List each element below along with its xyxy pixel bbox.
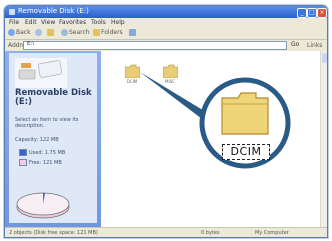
zoom-callout <box>140 72 291 169</box>
zoomed-folder-icon <box>221 92 269 135</box>
zoomed-folder-label: DCIM <box>222 144 270 160</box>
